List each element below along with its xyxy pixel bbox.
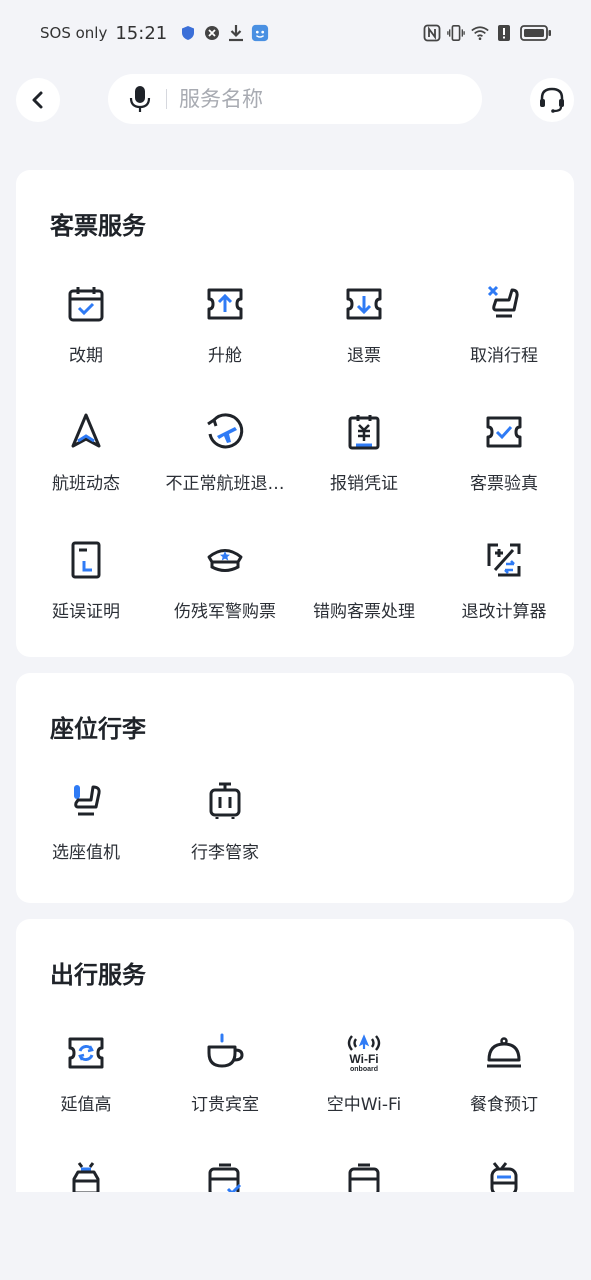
luggage-icon xyxy=(203,779,247,823)
service-label: 选座值机 xyxy=(52,843,120,863)
service-reschedule[interactable]: 改期 xyxy=(16,276,156,386)
service-label: 餐食预订 xyxy=(470,1095,538,1115)
search-bar[interactable] xyxy=(108,74,482,124)
service-reimbursement-receipt[interactable]: 报销凭证 xyxy=(294,404,434,514)
service-irregular-flight-refund[interactable]: 不正常航班退… xyxy=(155,404,295,514)
cancel-seat-icon xyxy=(482,282,526,326)
coffee-cup-icon xyxy=(203,1031,247,1075)
ticket-upgrade-icon xyxy=(203,282,247,326)
service-label: 改期 xyxy=(69,346,103,366)
nfc-icon xyxy=(423,24,441,42)
ticket-refund-icon xyxy=(342,282,386,326)
seat-luggage-card: 座位行李 选座值机 行李管家 xyxy=(16,673,574,903)
flight-status-icon xyxy=(64,410,108,454)
seat-checkin-icon xyxy=(64,779,108,823)
battery-icon xyxy=(519,24,553,42)
service-label: 空中Wi-Fi xyxy=(326,1095,402,1115)
calculator-icon xyxy=(482,538,526,582)
chevron-left-icon xyxy=(32,91,43,109)
shield-icon xyxy=(179,24,197,42)
delay-proof-icon xyxy=(64,538,108,582)
search-divider xyxy=(166,89,167,109)
receipt-icon xyxy=(342,410,386,454)
wifi-icon xyxy=(471,24,489,42)
block-icon xyxy=(203,24,221,42)
delay-insurance-icon xyxy=(64,1031,108,1075)
wifi-onboard-icon: Wi-Fi onboard xyxy=(342,1031,386,1075)
service-label: 延值高 xyxy=(60,1095,112,1115)
service-wrong-purchase[interactable]: 错购客票处理 xyxy=(294,532,434,642)
service-meal-booking[interactable]: 餐食预订 xyxy=(434,1025,574,1135)
top-bar xyxy=(0,72,591,126)
wifi-icon-text: Wi-Fi xyxy=(349,1052,378,1066)
status-bar: SOS only 15:21 xyxy=(0,0,591,66)
placeholder-icon xyxy=(342,538,386,582)
service-delay-proof[interactable]: 延误证明 xyxy=(16,532,156,642)
bottom-area xyxy=(0,1192,591,1280)
service-label: 延误证明 xyxy=(52,602,120,622)
section-title: 出行服务 xyxy=(50,961,146,989)
ticket-services-card: 客票服务 改期 升舱 退票 取消行程 航班动态 不正常航班退… 报销凭证 客票验… xyxy=(16,170,574,657)
service-label: 订贵宾室 xyxy=(191,1095,259,1115)
app-notification-icon xyxy=(251,24,269,42)
service-label: 航班动态 xyxy=(52,474,120,494)
service-ticket-verify[interactable]: 客票验真 xyxy=(434,404,574,514)
service-delay-insurance[interactable]: 延值高 xyxy=(16,1025,156,1135)
headset-icon xyxy=(540,87,564,113)
service-label: 取消行程 xyxy=(470,346,538,366)
wifi-icon-subtext: onboard xyxy=(350,1066,378,1073)
status-right xyxy=(423,24,553,42)
download-icon xyxy=(227,24,245,42)
service-label: 退票 xyxy=(347,346,381,366)
service-label: 伤残军警购票 xyxy=(174,602,276,622)
back-button[interactable] xyxy=(16,78,60,122)
service-upgrade[interactable]: 升舱 xyxy=(155,276,295,386)
microphone-icon[interactable] xyxy=(128,85,152,113)
calendar-check-icon xyxy=(64,282,108,326)
service-label: 不正常航班退… xyxy=(165,474,285,494)
search-input[interactable] xyxy=(179,87,439,111)
service-flight-status[interactable]: 航班动态 xyxy=(16,404,156,514)
clock: 15:21 xyxy=(115,22,168,44)
service-cancel-trip[interactable]: 取消行程 xyxy=(434,276,574,386)
service-inflight-wifi[interactable]: Wi-Fi onboard 空中Wi-Fi xyxy=(294,1025,434,1135)
service-seat-checkin[interactable]: 选座值机 xyxy=(16,773,156,883)
service-luggage[interactable]: 行李管家 xyxy=(155,773,295,883)
police-cap-icon xyxy=(203,538,247,582)
service-label: 行李管家 xyxy=(191,843,259,863)
service-vip-lounge[interactable]: 订贵宾室 xyxy=(155,1025,295,1135)
service-label: 客票验真 xyxy=(470,474,538,494)
sos-text: SOS only xyxy=(40,24,108,42)
status-left: SOS only 15:21 xyxy=(40,23,269,44)
service-label: 退改计算器 xyxy=(461,602,547,622)
service-disabled-military-police[interactable]: 伤残军警购票 xyxy=(155,532,295,642)
service-label: 报销凭证 xyxy=(330,474,398,494)
section-title: 座位行李 xyxy=(50,715,146,743)
section-title: 客票服务 xyxy=(50,212,146,240)
irregular-flight-icon xyxy=(203,410,247,454)
service-refund[interactable]: 退票 xyxy=(294,276,434,386)
vibrate-icon xyxy=(447,24,465,42)
meal-cloche-icon xyxy=(482,1031,526,1075)
service-label: 升舱 xyxy=(208,346,242,366)
service-refund-calculator[interactable]: 退改计算器 xyxy=(434,532,574,642)
ticket-verify-icon xyxy=(482,410,526,454)
alert-icon xyxy=(495,24,513,42)
customer-service-button[interactable] xyxy=(530,78,574,122)
service-label: 错购客票处理 xyxy=(313,602,415,622)
